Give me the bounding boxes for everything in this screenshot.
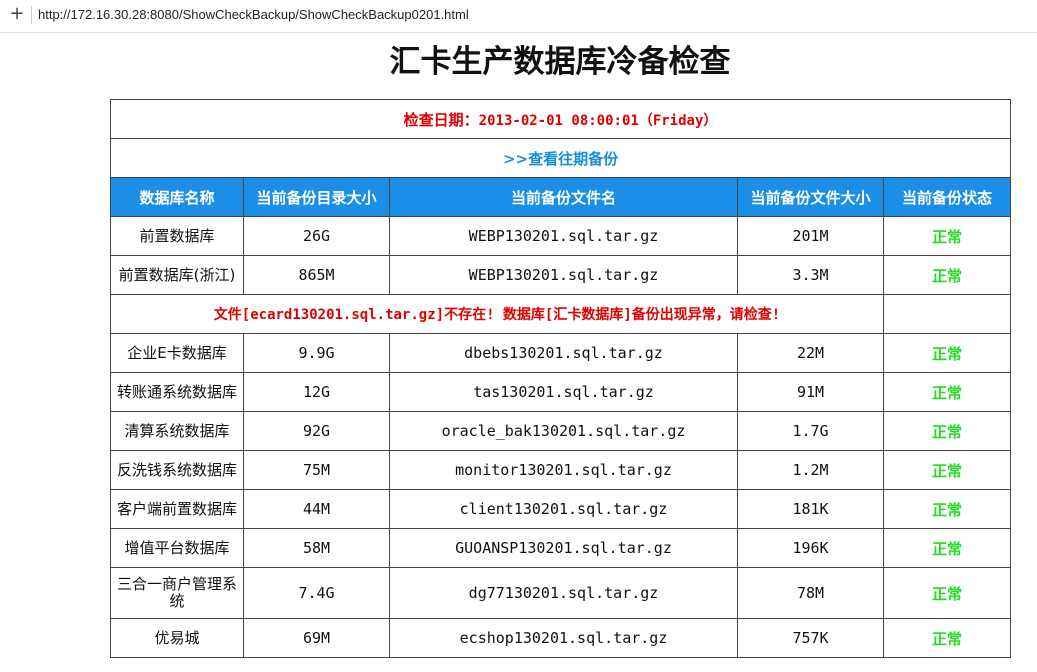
file-size-cell: 181K	[737, 489, 884, 529]
file-name-cell: WEBP130201.sql.tar.gz	[389, 216, 738, 256]
col-header-db-name: 数据库名称	[110, 177, 244, 217]
status-cell: 正常	[882, 216, 1012, 256]
address-url[interactable]: http://172.16.30.28:8080/ShowCheckBackup…	[38, 7, 469, 22]
file-name-cell: monitor130201.sql.tar.gz	[389, 450, 738, 490]
db-name-cell: 企业E卡数据库	[110, 333, 244, 373]
table-row: 前置数据库(浙江) 865M WEBP130201.sql.tar.gz 3.3M 正常	[110, 255, 1012, 295]
status-cell: 正常	[882, 333, 1012, 373]
status-cell: 正常	[882, 489, 1012, 529]
db-name-cell: 增值平台数据库	[110, 528, 244, 568]
col-header-file-size: 当前备份文件大小	[737, 177, 884, 217]
file-name-cell: tas130201.sql.tar.gz	[389, 372, 738, 412]
check-date-value: 2013-02-01 08:00:01（Friday）	[478, 112, 718, 129]
check-date-row: 检查日期：2013-02-01 08:00:01（Friday）	[109, 99, 1012, 139]
col-header-dir-size: 当前备份目录大小	[243, 177, 390, 217]
dir-size-cell: 75M	[243, 450, 390, 490]
db-name-cell: 转账通系统数据库	[110, 372, 244, 412]
status-cell: 正常	[882, 255, 1012, 295]
rows-after-error: 企业E卡数据库 9.9G dbebs130201.sql.tar.gz 22M 正常 转账…	[110, 333, 1012, 658]
status-cell: 正常	[882, 450, 1012, 490]
history-row: >>查看往期备份	[109, 138, 1012, 178]
error-message: 文件[ecard130201.sql.tar.gz]不存在! 数据库[汇卡数据库…	[110, 294, 884, 334]
table-row: 反洗钱系统数据库 75M monitor130201.sql.tar.gz 1.2M 正…	[110, 450, 1012, 490]
table-row: 增值平台数据库 58M GUOANSP130201.sql.tar.gz 196K 正常	[110, 528, 1012, 568]
table-row: 前置数据库 26G WEBP130201.sql.tar.gz 201M 正常	[110, 216, 1012, 256]
rows-before-error: 前置数据库 26G WEBP130201.sql.tar.gz 201M 正常 前置数据库…	[110, 216, 1012, 295]
dir-size-cell: 58M	[243, 528, 390, 568]
dir-size-cell: 865M	[243, 255, 390, 295]
dir-size-cell: 9.9G	[243, 333, 390, 373]
address-bar[interactable]: + http://172.16.30.28:8080/ShowCheckBack…	[0, 0, 1037, 33]
file-size-cell: 1.7G	[737, 411, 884, 451]
col-header-status: 当前备份状态	[882, 177, 1012, 217]
status-cell: 正常	[882, 411, 1012, 451]
status-cell: 正常	[882, 528, 1012, 568]
status-cell: 正常	[882, 618, 1012, 658]
file-size-cell: 78M	[737, 567, 884, 619]
file-name-cell: GUOANSP130201.sql.tar.gz	[389, 528, 738, 568]
table-row: 客户端前置数据库 44M client130201.sql.tar.gz 181K 正常	[110, 489, 1012, 529]
col-header-file-name: 当前备份文件名	[389, 177, 738, 217]
file-size-cell: 201M	[737, 216, 884, 256]
file-size-cell: 196K	[737, 528, 884, 568]
dir-size-cell: 26G	[243, 216, 390, 256]
page-title: 汇卡生产数据库冷备检查	[389, 44, 731, 80]
file-name-cell: dbebs130201.sql.tar.gz	[389, 333, 738, 373]
file-size-cell: 91M	[737, 372, 884, 412]
table-row: 转账通系统数据库 12G tas130201.sql.tar.gz 91M 正常	[110, 372, 1012, 412]
dir-size-cell: 44M	[243, 489, 390, 529]
file-name-cell: dg77130201.sql.tar.gz	[389, 567, 738, 619]
dir-size-cell: 7.4G	[243, 567, 390, 619]
db-name-cell: 反洗钱系统数据库	[110, 450, 244, 490]
plus-icon[interactable]: +	[8, 5, 26, 23]
table-row: 企业E卡数据库 9.9G dbebs130201.sql.tar.gz 22M 正常	[110, 333, 1012, 373]
file-name-cell: ecshop130201.sql.tar.gz	[389, 618, 738, 658]
history-backup-link[interactable]: >>查看往期备份	[503, 150, 618, 168]
table-row: 三合一商户管理系统 7.4G dg77130201.sql.tar.gz 78M 正常	[110, 567, 1012, 619]
db-name-cell: 客户端前置数据库	[110, 489, 244, 529]
db-name-cell: 优易城	[110, 618, 244, 658]
table-row: 清算系统数据库 92G oracle_bak130201.sql.tar.gz 1.7…	[110, 411, 1012, 451]
file-name-cell: WEBP130201.sql.tar.gz	[389, 255, 738, 295]
error-status-cell	[882, 294, 1012, 334]
db-name-cell: 前置数据库	[110, 216, 244, 256]
file-size-cell: 1.2M	[737, 450, 884, 490]
file-name-cell: oracle_bak130201.sql.tar.gz	[389, 411, 738, 451]
dir-size-cell: 12G	[243, 372, 390, 412]
error-row: 文件[ecard130201.sql.tar.gz]不存在! 数据库[汇卡数据库…	[110, 294, 1012, 334]
status-cell: 正常	[882, 567, 1012, 619]
dir-size-cell: 92G	[243, 411, 390, 451]
table-row: 优易城 69M ecshop130201.sql.tar.gz 757K 正常	[110, 618, 1012, 658]
backup-table: 检查日期：2013-02-01 08:00:01（Friday） >>查看往期备…	[109, 99, 1012, 658]
file-size-cell: 3.3M	[737, 255, 884, 295]
address-separator	[31, 6, 32, 24]
file-name-cell: client130201.sql.tar.gz	[389, 489, 738, 529]
file-size-cell: 757K	[737, 618, 884, 658]
status-cell: 正常	[882, 372, 1012, 412]
db-name-cell: 三合一商户管理系统	[110, 567, 244, 619]
table-header-row: 数据库名称 当前备份目录大小 当前备份文件名 当前备份文件大小 当前备份状态	[110, 177, 1012, 217]
dir-size-cell: 69M	[243, 618, 390, 658]
db-name-cell: 清算系统数据库	[110, 411, 244, 451]
check-date-label: 检查日期：	[403, 110, 479, 129]
file-size-cell: 22M	[737, 333, 884, 373]
db-name-cell: 前置数据库(浙江)	[110, 255, 244, 295]
